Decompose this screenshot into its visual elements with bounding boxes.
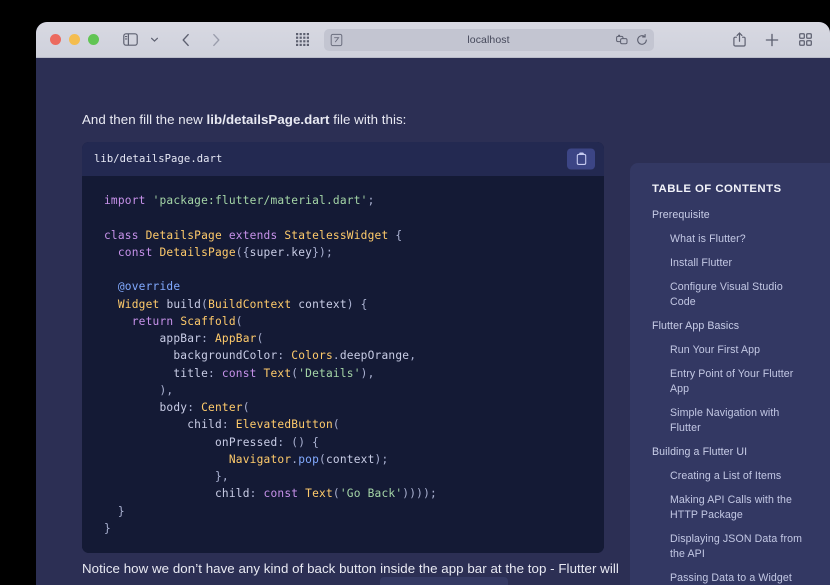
code-source: import 'package:flutter/material.dart'; … xyxy=(104,194,437,535)
intro-paragraph: And then fill the new lib/detailsPage.da… xyxy=(82,107,622,132)
toc-item[interactable]: Flutter App Basics xyxy=(652,319,804,334)
toc-item[interactable]: Building a Flutter UI xyxy=(652,445,804,460)
toc-item[interactable]: Run Your First App xyxy=(652,343,804,358)
code-filename: lib/detailsPage.dart xyxy=(94,153,223,165)
intro-text-after: file with this: xyxy=(329,112,407,127)
toc-item[interactable]: Install Flutter xyxy=(652,256,804,271)
page-content: And then fill the new lib/detailsPage.da… xyxy=(36,58,830,585)
address-bar[interactable]: localhost xyxy=(323,28,654,51)
toolbar-center-group: localhost xyxy=(292,28,654,51)
chevron-down-icon[interactable] xyxy=(143,29,165,51)
close-window-button[interactable] xyxy=(50,34,61,45)
page-icon xyxy=(330,33,343,46)
toc-title: TABLE OF CONTENTS xyxy=(652,183,782,195)
app-grid-icon[interactable] xyxy=(292,29,314,51)
toc-item[interactable]: Passing Data to a Widget Page xyxy=(652,571,804,585)
toc-item[interactable]: Displaying JSON Data from the API xyxy=(652,532,804,562)
article-column: And then fill the new lib/detailsPage.da… xyxy=(82,58,622,132)
clipboard-copy-icon[interactable] xyxy=(567,148,595,170)
toc-list: Prerequisite What is Flutter? Install Flut… xyxy=(652,208,830,585)
url-text: localhost xyxy=(467,33,510,46)
tab-overview-icon[interactable] xyxy=(794,29,816,51)
toc-item[interactable]: Entry Point of Your Flutter App xyxy=(652,367,804,397)
toc-item[interactable]: What is Flutter? xyxy=(652,232,804,247)
intro-text-before: And then fill the new xyxy=(82,112,207,127)
sidebar-toggle-icon[interactable] xyxy=(119,29,141,51)
bottom-page-element xyxy=(380,577,508,585)
navigation-controls xyxy=(175,29,227,51)
toc-item[interactable]: Creating a List of Items xyxy=(652,469,804,484)
table-of-contents: TABLE OF CONTENTS Prerequisite What is Fl… xyxy=(630,163,830,585)
screenshot-root: localhost And then fill the new lib/deta… xyxy=(0,0,830,585)
outro-paragraph: Notice how we don’t have any kind of bac… xyxy=(82,561,619,576)
browser-toolbar: localhost xyxy=(36,22,830,58)
share-icon[interactable] xyxy=(728,29,750,51)
toc-item[interactable]: Simple Navigation with Flutter xyxy=(652,406,804,436)
reload-icon[interactable] xyxy=(636,33,649,46)
toolbar-right-group xyxy=(728,29,816,51)
browser-window: localhost And then fill the new lib/deta… xyxy=(36,22,830,585)
code-block-body[interactable]: import 'package:flutter/material.dart'; … xyxy=(82,176,604,553)
code-block: lib/detailsPage.dart import 'package:flu… xyxy=(82,142,604,553)
zoom-window-button[interactable] xyxy=(88,34,99,45)
toc-item[interactable]: Making API Calls with the HTTP Package xyxy=(652,493,804,523)
back-arrow-icon[interactable] xyxy=(175,29,197,51)
window-traffic-lights xyxy=(50,34,99,45)
minimize-window-button[interactable] xyxy=(69,34,80,45)
sidebar-controls xyxy=(119,29,165,51)
address-bar-actions xyxy=(615,33,649,47)
code-block-header: lib/detailsPage.dart xyxy=(82,142,604,176)
intro-filename: lib/detailsPage.dart xyxy=(206,112,330,127)
plus-new-tab-icon[interactable] xyxy=(761,29,783,51)
toc-item[interactable]: Configure Visual Studio Code xyxy=(652,280,804,310)
reader-extensions-icon[interactable] xyxy=(615,33,630,47)
forward-arrow-icon[interactable] xyxy=(205,29,227,51)
toc-item[interactable]: Prerequisite xyxy=(652,208,804,223)
